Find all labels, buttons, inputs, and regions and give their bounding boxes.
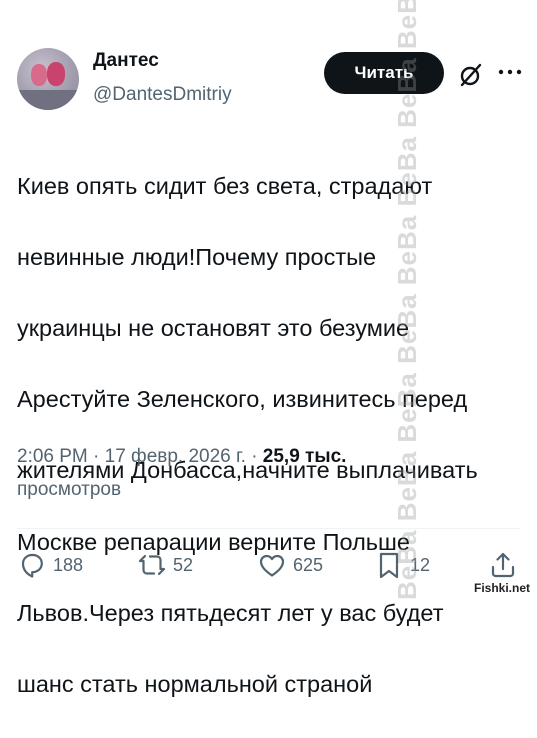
more-icon[interactable] xyxy=(497,62,523,82)
heart-icon xyxy=(259,554,285,577)
divider xyxy=(17,528,520,529)
share-button[interactable] xyxy=(488,550,524,580)
site-label: Fishki.net xyxy=(470,580,533,596)
tweet-line: Арестуйте Зеленского, извинитесь перед xyxy=(17,386,468,413)
author-name[interactable]: Дантес xyxy=(93,50,159,72)
repost-icon xyxy=(138,554,166,576)
share-icon xyxy=(491,552,515,578)
views-count: 25,9 тыс. xyxy=(262,446,347,467)
views-label: просмотров xyxy=(17,479,122,500)
grok-icon[interactable] xyxy=(458,62,484,88)
tweet-line: украинцы не остановят это безумие xyxy=(17,314,410,341)
repost-count: 52 xyxy=(173,554,194,575)
tweet-text: Киев опять сидит без света, страдают нев… xyxy=(17,133,522,738)
reply-button[interactable]: 188 xyxy=(17,550,83,580)
avatar[interactable] xyxy=(17,48,79,110)
repost-button[interactable]: 52 xyxy=(137,550,193,580)
tweet-line: шанс стать нормальной страной xyxy=(17,670,373,697)
tweet-line: Киев опять сидит без света, страдают xyxy=(17,172,433,199)
author-handle[interactable]: @DantesDmitriy xyxy=(93,84,232,106)
tweet-line: невинные люди!Почему простые xyxy=(17,243,377,270)
watermark: BeBa BeBa BeBa BeBa BeBa BeBa BeBa BeBa … xyxy=(392,0,422,600)
tweet-meta: 2:06 PM · 17 февр. 2026 г. · 25,9 тыс. xyxy=(17,446,346,468)
tweet-line: Львов.Через пятьдесят лет у вас будет xyxy=(17,599,444,626)
tweet-timestamp[interactable]: 2:06 PM · 17 февр. 2026 г. · xyxy=(17,446,263,467)
like-button[interactable]: 625 xyxy=(257,550,323,580)
like-count: 625 xyxy=(293,554,324,575)
reply-count: 188 xyxy=(53,554,84,575)
reply-icon xyxy=(21,553,43,578)
